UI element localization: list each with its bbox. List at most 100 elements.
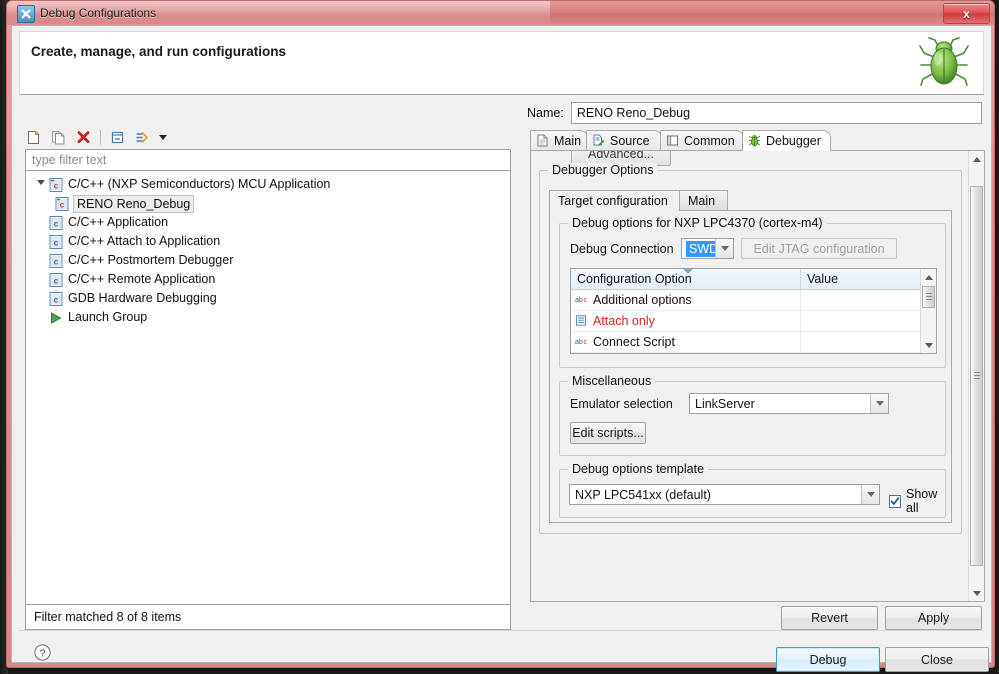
help-question-icon[interactable]: ? <box>34 644 51 661</box>
tree-toolbar <box>19 125 520 149</box>
toolbar-separator <box>100 129 101 145</box>
chevron-down-icon[interactable] <box>861 485 879 504</box>
filter-text-box[interactable] <box>25 149 511 171</box>
scroll-up-arrow-icon[interactable] <box>921 269 936 285</box>
scroll-down-arrow-icon[interactable] <box>969 585 984 601</box>
svg-text:c: c <box>60 200 65 209</box>
new-launch-configuration-icon[interactable] <box>22 126 45 148</box>
tab-label: Debugger <box>766 134 821 148</box>
page-title: Create, manage, and run configurations <box>31 44 287 59</box>
debugger-options-group-label: Debugger Options <box>548 163 658 177</box>
abc-text-option-icon: ab c <box>575 294 589 306</box>
chevron-down-icon[interactable] <box>870 394 888 413</box>
tab-source[interactable]: Source <box>586 130 662 151</box>
configuration-name-row: Name: <box>527 102 982 124</box>
option-value: 2 <box>801 353 921 354</box>
table-row[interactable]: ab c Connect Script <box>571 332 936 353</box>
tab-main[interactable]: Main <box>530 130 588 151</box>
tab-label: Source <box>610 134 650 148</box>
expand-collapse-icon[interactable] <box>34 175 48 194</box>
c-file-icon: c <box>48 234 64 250</box>
document-icon <box>536 134 550 148</box>
edit-scripts-button[interactable]: Edit scripts... <box>570 422 646 444</box>
filter-launch-configurations-icon[interactable] <box>131 126 154 148</box>
debug-button[interactable]: Debug <box>776 647 880 672</box>
close-button[interactable]: Close <box>885 647 989 672</box>
tree-item-gdb-hardware-debugging[interactable]: c GDB Hardware Debugging <box>26 289 510 308</box>
common-icon <box>666 134 680 148</box>
apply-button[interactable]: Apply <box>885 606 982 630</box>
collapse-all-icon[interactable] <box>106 126 129 148</box>
svg-text:c: c <box>54 295 59 304</box>
sort-ascending-icon <box>683 269 693 274</box>
inner-tab-main[interactable]: Main <box>679 190 728 211</box>
column-header-configuration-option[interactable]: Configuration Option <box>571 269 801 289</box>
table-row[interactable]: ab c Debug Level 2 <box>571 353 936 354</box>
window-title: Debug Configurations <box>40 6 157 20</box>
option-name: Attach only <box>593 314 655 328</box>
scroll-down-arrow-icon[interactable] <box>921 337 936 353</box>
search-input[interactable] <box>26 150 510 170</box>
scrollbar-grip <box>926 293 932 301</box>
show-all-checkbox-row[interactable]: Show all <box>889 487 945 515</box>
tree-item-c-remote-application[interactable]: c C/C++ Remote Application <box>26 270 510 289</box>
inner-tab-target-configuration[interactable]: Target configuration <box>549 190 680 211</box>
column-header-label: Configuration Option <box>577 272 692 286</box>
svg-text:c: c <box>54 219 59 228</box>
launch-configurations-tree[interactable]: c C/C++ (NXP Semiconductors) MCU Applica… <box>25 171 511 605</box>
show-all-checkbox[interactable] <box>889 494 901 508</box>
filter-status-text: Filter matched 8 of 8 items <box>25 605 511 630</box>
delete-icon[interactable] <box>72 126 95 148</box>
window-titlebar: Debug Configurations x <box>7 1 994 25</box>
svg-text:?: ? <box>40 647 46 659</box>
debugger-panel-vertical-scrollbar[interactable] <box>968 151 984 601</box>
mcu-c-file-icon: c <box>54 196 70 212</box>
tab-debugger[interactable]: Debugger <box>742 130 831 151</box>
window-client-area: Create, manage, and run configurations t… <box>11 25 992 672</box>
svg-text:c: c <box>54 257 59 266</box>
edit-jtag-configuration-button[interactable]: Edit JTAG configuration <box>741 238 897 259</box>
table-vertical-scrollbar[interactable] <box>920 269 936 353</box>
view-menu-chevron-icon[interactable] <box>156 127 170 147</box>
tree-item-c-application[interactable]: c C/C++ Application <box>26 213 510 232</box>
configuration-name-input[interactable] <box>571 103 981 123</box>
name-field[interactable] <box>570 102 982 124</box>
header-banner: Create, manage, and run configurations <box>19 31 984 95</box>
duplicate-icon[interactable] <box>47 126 70 148</box>
green-bug-icon <box>913 33 975 93</box>
svg-text:c: c <box>584 339 588 346</box>
configuration-options-table[interactable]: Configuration Option Value ab c Addition… <box>570 268 937 354</box>
dialog-footer: ? Debug Close <box>12 630 991 672</box>
tree-item-label: C/C++ (NXP Semiconductors) MCU Applicati… <box>68 177 331 191</box>
table-row[interactable]: Attach only <box>571 311 936 332</box>
tree-item-reno-reno-debug[interactable]: c RENO Reno_Debug <box>26 194 510 213</box>
target-configuration-panel: Debug options for NXP LPC4370 (cortex-m4… <box>549 210 952 523</box>
debug-connection-dropdown[interactable]: SWD <box>681 238 734 259</box>
tree-item-label: C/C++ Attach to Application <box>68 234 221 248</box>
emulator-selection-dropdown[interactable]: LinkServer <box>689 393 889 414</box>
chevron-down-icon[interactable] <box>715 239 733 258</box>
c-file-icon: c <box>48 291 64 307</box>
revert-button[interactable]: Revert <box>781 606 878 630</box>
tree-item-launch-group[interactable]: Launch Group <box>26 308 510 327</box>
svg-text:ab: ab <box>575 339 583 346</box>
screen: Debug Configurations x Create, manage, a… <box>0 0 999 674</box>
scroll-up-arrow-icon[interactable] <box>969 151 984 167</box>
tree-item-c-attach-to-application[interactable]: c C/C++ Attach to Application <box>26 232 510 251</box>
tab-common[interactable]: Common <box>660 130 744 151</box>
table-row[interactable]: ab c Additional options <box>571 290 936 311</box>
svg-text:ab: ab <box>575 297 583 304</box>
window-close-button[interactable]: x <box>943 3 990 24</box>
debug-options-group: Debug options for NXP LPC4370 (cortex-m4… <box>559 216 946 368</box>
column-header-value[interactable]: Value <box>801 269 921 289</box>
scrollbar-thumb[interactable] <box>922 286 935 308</box>
tree-item-c-postmortem-debugger[interactable]: c C/C++ Postmortem Debugger <box>26 251 510 270</box>
debug-options-template-dropdown[interactable]: NXP LPC541xx (default) <box>569 484 880 505</box>
tree-item-label: GDB Hardware Debugging <box>68 291 217 305</box>
tree-item-mcu-application[interactable]: c C/C++ (NXP Semiconductors) MCU Applica… <box>26 175 510 194</box>
apply-revert-bar: Revert Apply <box>530 606 985 630</box>
mcu-c-file-icon: c <box>48 177 64 193</box>
scrollbar-thumb[interactable] <box>970 186 983 566</box>
tree-item-label: RENO Reno_Debug <box>73 194 195 213</box>
miscellaneous-group: Miscellaneous Emulator selection LinkSer… <box>559 374 946 456</box>
